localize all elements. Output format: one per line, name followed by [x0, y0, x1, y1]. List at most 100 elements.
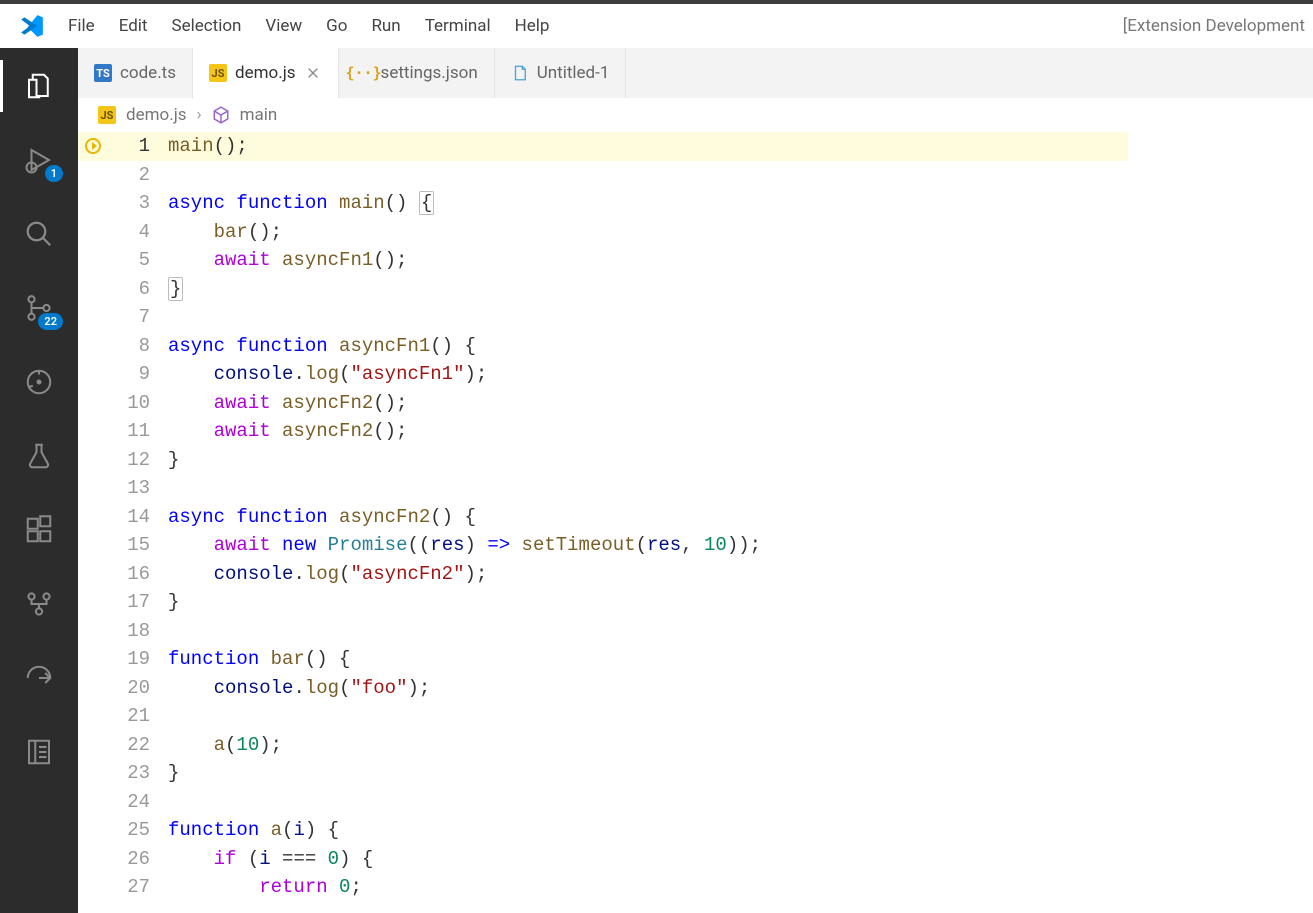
code-line[interactable]: async function main() { [168, 189, 1313, 218]
menu-file[interactable]: File [56, 16, 107, 36]
menu-go[interactable]: Go [314, 16, 359, 36]
tab-demo-js[interactable]: JSdemo.js [193, 48, 339, 98]
code-line[interactable]: } [168, 275, 1313, 304]
code-line[interactable]: await asyncFn2(); [168, 417, 1313, 446]
search-icon[interactable] [19, 214, 59, 254]
code-line[interactable]: function bar() { [168, 645, 1313, 674]
glyph-margin[interactable] [78, 417, 108, 446]
menu-help[interactable]: Help [503, 16, 562, 36]
code-line[interactable] [168, 617, 1313, 646]
code-line[interactable]: await new Promise((res) => setTimeout(re… [168, 531, 1313, 560]
breadcrumb[interactable]: JS demo.js › main [78, 98, 1313, 132]
source-control-icon[interactable]: 22 [19, 288, 59, 328]
code-line[interactable]: async function asyncFn2() { [168, 503, 1313, 532]
line-number[interactable]: 12 [108, 446, 168, 475]
code-editor[interactable]: 1main();23async function main() {4 bar()… [78, 132, 1313, 913]
line-number[interactable]: 17 [108, 588, 168, 617]
line-number[interactable]: 6 [108, 275, 168, 304]
line-number[interactable]: 7 [108, 303, 168, 332]
line-number[interactable]: 22 [108, 731, 168, 760]
code-line[interactable] [168, 474, 1313, 503]
line-number[interactable]: 16 [108, 560, 168, 589]
line-number[interactable]: 13 [108, 474, 168, 503]
glyph-margin[interactable] [78, 503, 108, 532]
code-line[interactable]: console.log("foo"); [168, 674, 1313, 703]
glyph-margin[interactable] [78, 731, 108, 760]
send-icon[interactable] [19, 658, 59, 698]
code-line[interactable] [168, 303, 1313, 332]
glyph-margin[interactable] [78, 759, 108, 788]
line-number[interactable]: 1 [108, 132, 168, 161]
glyph-margin[interactable] [78, 332, 108, 361]
explorer-icon[interactable] [19, 66, 59, 106]
glyph-margin[interactable] [78, 588, 108, 617]
line-number[interactable]: 5 [108, 246, 168, 275]
extensions-icon[interactable] [19, 510, 59, 550]
code-line[interactable]: return 0; [168, 873, 1313, 902]
line-number[interactable]: 2 [108, 161, 168, 190]
code-line[interactable] [168, 161, 1313, 190]
glyph-margin[interactable] [78, 246, 108, 275]
line-number[interactable]: 27 [108, 873, 168, 902]
code-line[interactable]: console.log("asyncFn2"); [168, 560, 1313, 589]
glyph-margin[interactable] [78, 531, 108, 560]
tab-settings-json[interactable]: {··}settings.json [339, 48, 495, 98]
glyph-margin[interactable] [78, 275, 108, 304]
line-number[interactable]: 25 [108, 816, 168, 845]
line-number[interactable]: 15 [108, 531, 168, 560]
code-line[interactable]: await asyncFn2(); [168, 389, 1313, 418]
timeline-icon[interactable] [19, 362, 59, 402]
git-graph-icon[interactable] [19, 584, 59, 624]
glyph-margin[interactable] [78, 446, 108, 475]
glyph-margin[interactable] [78, 132, 108, 161]
line-number[interactable]: 3 [108, 189, 168, 218]
code-line[interactable]: } [168, 759, 1313, 788]
line-number[interactable]: 24 [108, 788, 168, 817]
close-icon[interactable] [304, 64, 322, 82]
tab-code-ts[interactable]: TScode.ts [78, 48, 193, 98]
code-line[interactable]: if (i === 0) { [168, 845, 1313, 874]
line-number[interactable]: 11 [108, 417, 168, 446]
line-number[interactable]: 26 [108, 845, 168, 874]
testing-icon[interactable] [19, 436, 59, 476]
glyph-margin[interactable] [78, 474, 108, 503]
line-number[interactable]: 19 [108, 645, 168, 674]
menu-run[interactable]: Run [359, 16, 412, 36]
glyph-margin[interactable] [78, 645, 108, 674]
run-debug-icon[interactable]: 1 [19, 140, 59, 180]
glyph-margin[interactable] [78, 702, 108, 731]
menu-selection[interactable]: Selection [159, 16, 253, 36]
tab-untitled-1[interactable]: Untitled-1 [495, 48, 627, 98]
code-line[interactable]: main(); [168, 132, 1313, 161]
glyph-margin[interactable] [78, 389, 108, 418]
menu-edit[interactable]: Edit [107, 16, 160, 36]
line-number[interactable]: 4 [108, 218, 168, 247]
glyph-margin[interactable] [78, 360, 108, 389]
code-line[interactable] [168, 788, 1313, 817]
menu-view[interactable]: View [253, 16, 314, 36]
glyph-margin[interactable] [78, 845, 108, 874]
code-line[interactable]: await asyncFn1(); [168, 246, 1313, 275]
code-line[interactable]: async function asyncFn1() { [168, 332, 1313, 361]
glyph-margin[interactable] [78, 303, 108, 332]
menu-terminal[interactable]: Terminal [413, 16, 503, 36]
line-number[interactable]: 20 [108, 674, 168, 703]
line-number[interactable]: 8 [108, 332, 168, 361]
glyph-margin[interactable] [78, 189, 108, 218]
glyph-margin[interactable] [78, 674, 108, 703]
notes-icon[interactable] [19, 732, 59, 772]
line-number[interactable]: 14 [108, 503, 168, 532]
code-line[interactable]: bar(); [168, 218, 1313, 247]
glyph-margin[interactable] [78, 873, 108, 902]
code-line[interactable]: a(10); [168, 731, 1313, 760]
code-line[interactable]: } [168, 446, 1313, 475]
glyph-margin[interactable] [78, 218, 108, 247]
line-number[interactable]: 9 [108, 360, 168, 389]
glyph-margin[interactable] [78, 617, 108, 646]
code-line[interactable]: function a(i) { [168, 816, 1313, 845]
code-line[interactable]: } [168, 588, 1313, 617]
line-number[interactable]: 23 [108, 759, 168, 788]
glyph-margin[interactable] [78, 816, 108, 845]
code-line[interactable] [168, 702, 1313, 731]
code-line[interactable]: console.log("asyncFn1"); [168, 360, 1313, 389]
